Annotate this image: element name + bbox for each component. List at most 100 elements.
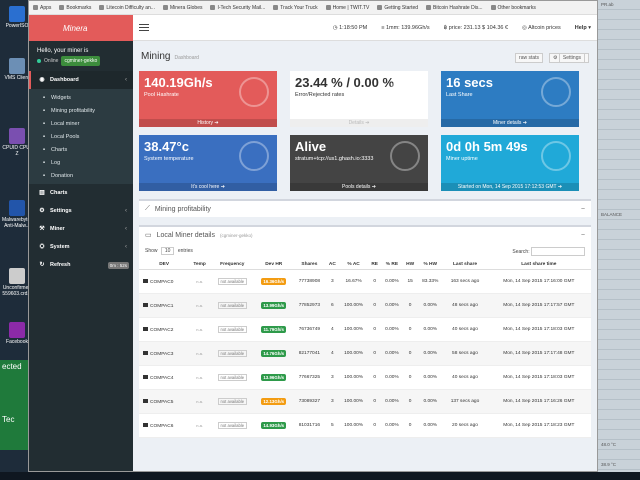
local-miner-header[interactable]: ▭ Local Miner details (cgminer-gekko) − — [139, 227, 591, 243]
submenu-item[interactable]: ▪ Mining profitability — [29, 104, 133, 117]
device-name: COMPAC0 — [150, 279, 174, 285]
column-header[interactable]: Frequency — [209, 260, 255, 270]
stat-footer-link[interactable]: It's cool here ➔ — [139, 183, 277, 191]
shares-cell: 81031716 — [292, 413, 326, 438]
profitability-header[interactable]: ⟋ Mining profitability − — [139, 201, 591, 217]
stat-footer-link[interactable]: Pools details ➔ — [290, 183, 428, 191]
settings-button[interactable]: ⚙ Settings — [549, 53, 589, 63]
collapse-icon[interactable]: − — [581, 206, 585, 213]
submenu-item[interactable]: ▪ Charts — [29, 143, 133, 156]
column-header[interactable]: Last share time — [486, 260, 591, 270]
sidebar-item-miner[interactable]: ⚒ Miner ‹ — [29, 220, 133, 238]
bookmark-item[interactable]: Getting Started — [377, 5, 418, 11]
bookmark-item[interactable]: Minera Globes — [162, 5, 202, 11]
hashrate-cell: 12.13Gh/s — [254, 389, 293, 414]
device-cell: COMPAC0 — [139, 269, 190, 294]
sidebar-item-settings[interactable]: ⚙ Settings ‹ — [29, 202, 133, 220]
bookmark-item[interactable]: Litecoin Difficulty an... — [99, 5, 155, 11]
stat-footer-link[interactable]: Miner details ➔ — [441, 119, 579, 127]
refresh-timer-badge: 0m : 52s — [107, 261, 129, 269]
bookmark-item[interactable]: I-Tech Security Mail... — [210, 5, 265, 11]
submenu-item[interactable]: ▪ Local Pools — [29, 130, 133, 143]
background-row — [598, 90, 640, 100]
submenu-label: Widgets — [51, 94, 71, 101]
stat-box: 140.19Gh/s Pool Hashrate History ➔ — [139, 71, 277, 127]
column-header[interactable]: Temp — [189, 260, 210, 270]
bookmark-item[interactable]: Home | TWIT.TV — [325, 5, 369, 11]
hamburger-menu-icon[interactable] — [139, 22, 149, 33]
bookmark-item[interactable]: Other bookmarks — [490, 5, 536, 11]
greeting: Hello, your miner is — [37, 48, 89, 54]
column-header[interactable]: % HW — [417, 260, 444, 270]
altcoin-prices-link[interactable]: ◎ Altcoin prices — [522, 25, 561, 31]
submenu-item[interactable]: ▪ Log — [29, 156, 133, 169]
column-header[interactable]: DEV — [139, 260, 190, 270]
background-row — [598, 40, 640, 50]
column-header[interactable]: Shares — [292, 260, 326, 270]
submenu-item[interactable]: ▪ Widgets — [29, 91, 133, 104]
raw-stats-button[interactable]: raw stats — [515, 53, 544, 63]
sidebar-item-dashboard[interactable]: ◉ Dashboard ‹ — [29, 71, 133, 89]
brand-logo[interactable]: Minera — [29, 15, 133, 41]
column-header[interactable]: Dev HR — [254, 260, 293, 270]
temp-value: n.a. — [196, 398, 203, 404]
local-miner-table: DEV Temp Frequency Dev HR Shares AC% AC RE% RE… — [139, 260, 591, 438]
submenu-item[interactable]: ▪ Local miner — [29, 117, 133, 130]
time-cell: Mon, 14 Sep 2015 17:17:57 GMT — [486, 293, 591, 318]
bookmark-label: Bookmarks — [66, 4, 92, 11]
frequency-cell: not available — [209, 317, 255, 342]
sidebar-item-charts[interactable]: ▥ Charts — [29, 184, 133, 202]
stat-footer-link[interactable]: Started on Mon, 14 Sep 2015 17:12:53 GMT… — [441, 183, 579, 191]
bookmark-icon — [273, 5, 279, 10]
column-header[interactable]: % RE — [380, 260, 404, 270]
pac-cell: 100.00% — [338, 341, 369, 366]
hashrate-cell: 14.93Gh/s — [254, 413, 293, 438]
pre-cell: 0.00% — [380, 269, 404, 294]
background-row — [598, 220, 640, 230]
desktop-green-panel: ected Tec — [0, 360, 30, 450]
chevron-icon: ‹ — [125, 77, 127, 83]
column-header[interactable]: Last share — [443, 260, 487, 270]
bookmark-item[interactable]: Track Your Truck — [273, 5, 318, 11]
column-header[interactable]: HW — [403, 260, 418, 270]
sidebar-item-refresh[interactable]: ↻ Refresh 0m : 52s — [29, 256, 133, 274]
hashrate-readout[interactable]: ≡ 1mm: 139.96Gh/s — [381, 25, 429, 31]
stat-footer-link[interactable]: History ➔ — [139, 119, 277, 127]
stat-footer-link[interactable]: Details ➔ — [290, 119, 428, 127]
desktop-app-icon — [9, 6, 25, 22]
bookmark-icon — [490, 5, 496, 10]
hashrate-badge: 13.96Gh/s — [261, 374, 287, 381]
bookmark-item[interactable]: Apps — [33, 5, 51, 11]
price-readout[interactable]: ฿ price: 231.13 $ 104.36 € — [444, 25, 508, 31]
help-menu[interactable]: Help ▾ — [575, 25, 591, 31]
entries-select[interactable]: 10 — [160, 247, 175, 255]
bookmark-item[interactable]: Bookmarks — [59, 5, 91, 11]
collapse-icon[interactable]: − — [581, 232, 585, 239]
temp-cell: n.a. — [189, 365, 210, 390]
table-search: Search: — [512, 247, 585, 256]
bookmark-item[interactable]: Bitcoin Hashrate Dis... — [426, 5, 483, 11]
column-header[interactable]: % AC — [338, 260, 369, 270]
sidebar-item-system[interactable]: ⛭ System ‹ — [29, 238, 133, 256]
temp-cell: n.a. — [189, 269, 210, 294]
column-header[interactable]: RE — [368, 260, 381, 270]
re-cell: 0 — [368, 389, 381, 414]
submenu-label: Local Pools — [51, 133, 80, 140]
submenu-item[interactable]: ▪ Donation — [29, 169, 133, 182]
table-row: COMPAC3 n.a. not available 14.76Gh/s 8217704… — [139, 341, 591, 366]
frequency-badge: not available — [217, 302, 248, 309]
ac-cell: 4 — [325, 317, 339, 342]
show-entries: Show 10 entries — [145, 247, 193, 255]
desktop-app-icon — [9, 200, 25, 216]
pre-cell: 0.00% — [380, 293, 404, 318]
online-dot-icon — [37, 59, 41, 63]
hashrate-cell: 16.36Gh/s — [254, 269, 293, 294]
temp-cell: n.a. — [189, 389, 210, 414]
hashrate-badge: 16.36Gh/s — [261, 278, 287, 285]
sidebar-item-label: Refresh — [50, 262, 71, 268]
taskbar[interactable] — [0, 472, 640, 480]
submenu-icon: ▪ — [42, 159, 46, 166]
column-header[interactable]: AC — [325, 260, 339, 270]
background-row — [598, 240, 640, 250]
search-input[interactable] — [531, 247, 585, 256]
